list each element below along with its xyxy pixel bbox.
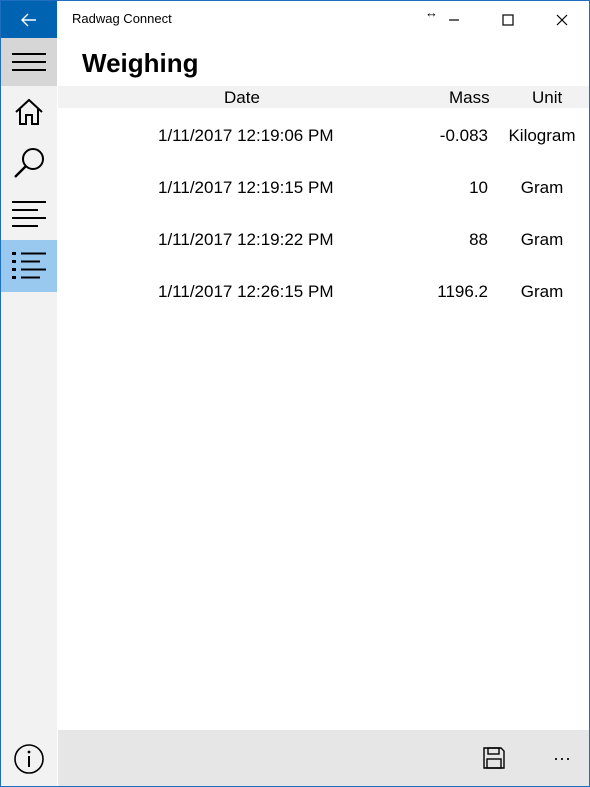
column-header-unit[interactable]: Unit [532,88,562,108]
row-unit: Gram [520,282,564,301]
maximize-icon [502,13,514,26]
hamburger-menu-icon [12,53,46,71]
sidebar-item-home[interactable] [1,86,57,138]
sidebar [1,38,57,786]
more-button[interactable]: ··· [544,740,580,776]
row-unit: Gram [520,178,564,197]
back-button[interactable] [1,1,57,38]
row-unit: Gram [520,230,564,249]
hamburger-button[interactable] [1,38,57,86]
weighing-list: 1/11/2017 12:19:06 PM -0.083 Kilogram 1/… [58,109,589,317]
bulleted-list-icon [12,252,46,279]
close-button[interactable] [539,1,585,38]
page-title: Weighing [82,48,199,78]
table-row[interactable]: 1/11/2017 12:19:15 PM 10 Gram [58,161,589,213]
row-mass: -0.083 [439,126,488,145]
save-icon [483,747,505,769]
table-header: Date Mass Unit [58,86,589,108]
row-unit: Kilogram [508,126,576,145]
title-bar: Radwag Connect ↔ [1,1,589,38]
column-header-mass[interactable]: Mass [449,88,490,108]
maximize-button[interactable] [485,1,531,38]
info-button[interactable] [1,734,57,784]
sidebar-item-search[interactable] [1,137,57,189]
save-button[interactable] [476,740,512,776]
minimize-icon [449,18,459,21]
sidebar-item-text[interactable] [1,189,57,241]
app-window: Radwag Connect ↔ Weighing Date Mass Unit… [0,0,590,787]
info-icon [14,744,44,774]
column-header-date[interactable]: Date [224,88,260,108]
row-mass: 1196.2 [437,282,488,301]
minimize-button[interactable] [431,1,477,38]
row-date: 1/11/2017 12:19:15 PM [158,178,334,197]
row-mass: 10 [469,178,488,197]
home-icon [15,98,43,125]
more-icon: ··· [553,747,571,768]
align-left-icon [12,201,46,227]
row-date: 1/11/2017 12:19:06 PM [158,126,334,145]
sidebar-item-list[interactable] [1,240,57,292]
back-arrow-icon [21,13,36,26]
app-title: Radwag Connect [72,11,172,26]
row-mass: 88 [469,230,488,249]
search-icon [14,148,44,178]
row-date: 1/11/2017 12:26:15 PM [158,282,334,301]
table-row[interactable]: 1/11/2017 12:19:22 PM 88 Gram [58,213,589,265]
table-row[interactable]: 1/11/2017 12:26:15 PM 1196.2 Gram [58,265,589,317]
command-bar: ··· [58,730,589,786]
row-date: 1/11/2017 12:19:22 PM [158,230,334,249]
table-row[interactable]: 1/11/2017 12:19:06 PM -0.083 Kilogram [58,109,589,161]
close-icon [556,14,568,25]
